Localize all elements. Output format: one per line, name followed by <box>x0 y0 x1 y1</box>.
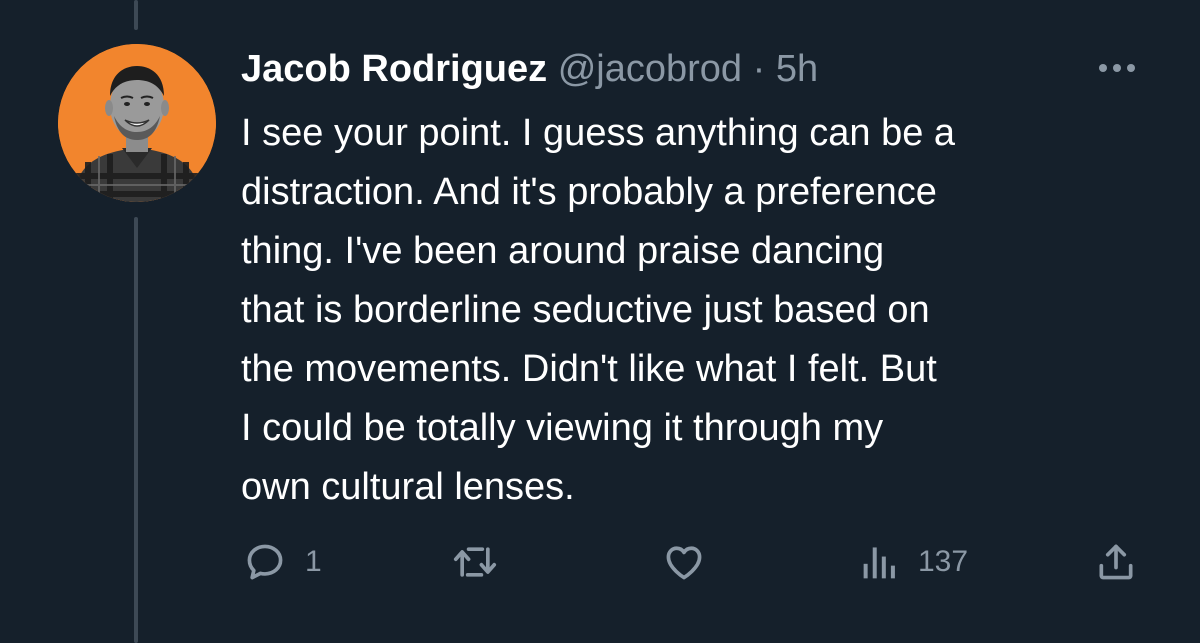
share-icon <box>1099 544 1133 580</box>
author-handle[interactable]: @jacobrod <box>558 48 742 90</box>
tweet-text-line: distraction. And it's probably a prefere… <box>241 171 937 213</box>
heart-icon <box>666 546 702 580</box>
more-icon <box>1099 64 1135 72</box>
header-separator: · <box>752 48 766 90</box>
tweet-text-line: I could be totally viewing it through my <box>241 407 884 449</box>
thread-line-bottom <box>134 217 138 643</box>
share-button[interactable] <box>1094 540 1156 584</box>
reply-icon <box>247 544 283 580</box>
tweet-text-line: the movements. Didn't like what I felt. … <box>241 348 937 390</box>
tweet-text-line: own cultural lenses. <box>241 466 575 508</box>
tweet-text-line: thing. I've been around praise dancing <box>241 230 885 272</box>
author-display-name[interactable]: Jacob Rodriguez <box>241 48 547 90</box>
retweet-icon <box>453 547 497 577</box>
like-button[interactable] <box>662 540 724 584</box>
views-count: 137 <box>918 545 969 578</box>
more-options-button[interactable] <box>1092 56 1142 80</box>
views-button[interactable]: 137 <box>860 540 968 584</box>
profile-photo-icon <box>58 44 216 202</box>
analytics-icon <box>863 547 895 579</box>
reply-count: 1 <box>305 545 322 578</box>
reply-button[interactable]: 1 <box>243 540 322 584</box>
retweet-button[interactable] <box>451 540 517 584</box>
thread-line-top <box>134 0 138 30</box>
tweet-text-line: that is borderline seductive just based … <box>241 289 930 331</box>
tweet-header: Jacob Rodriguez @jacobrod · 5h <box>241 42 818 96</box>
avatar[interactable] <box>58 44 216 202</box>
tweet-text: I see your point. I guess anything can b… <box>241 104 1141 517</box>
tweet-timestamp[interactable]: 5h <box>776 48 818 90</box>
tweet-text-line: I see your point. I guess anything can b… <box>241 112 956 154</box>
